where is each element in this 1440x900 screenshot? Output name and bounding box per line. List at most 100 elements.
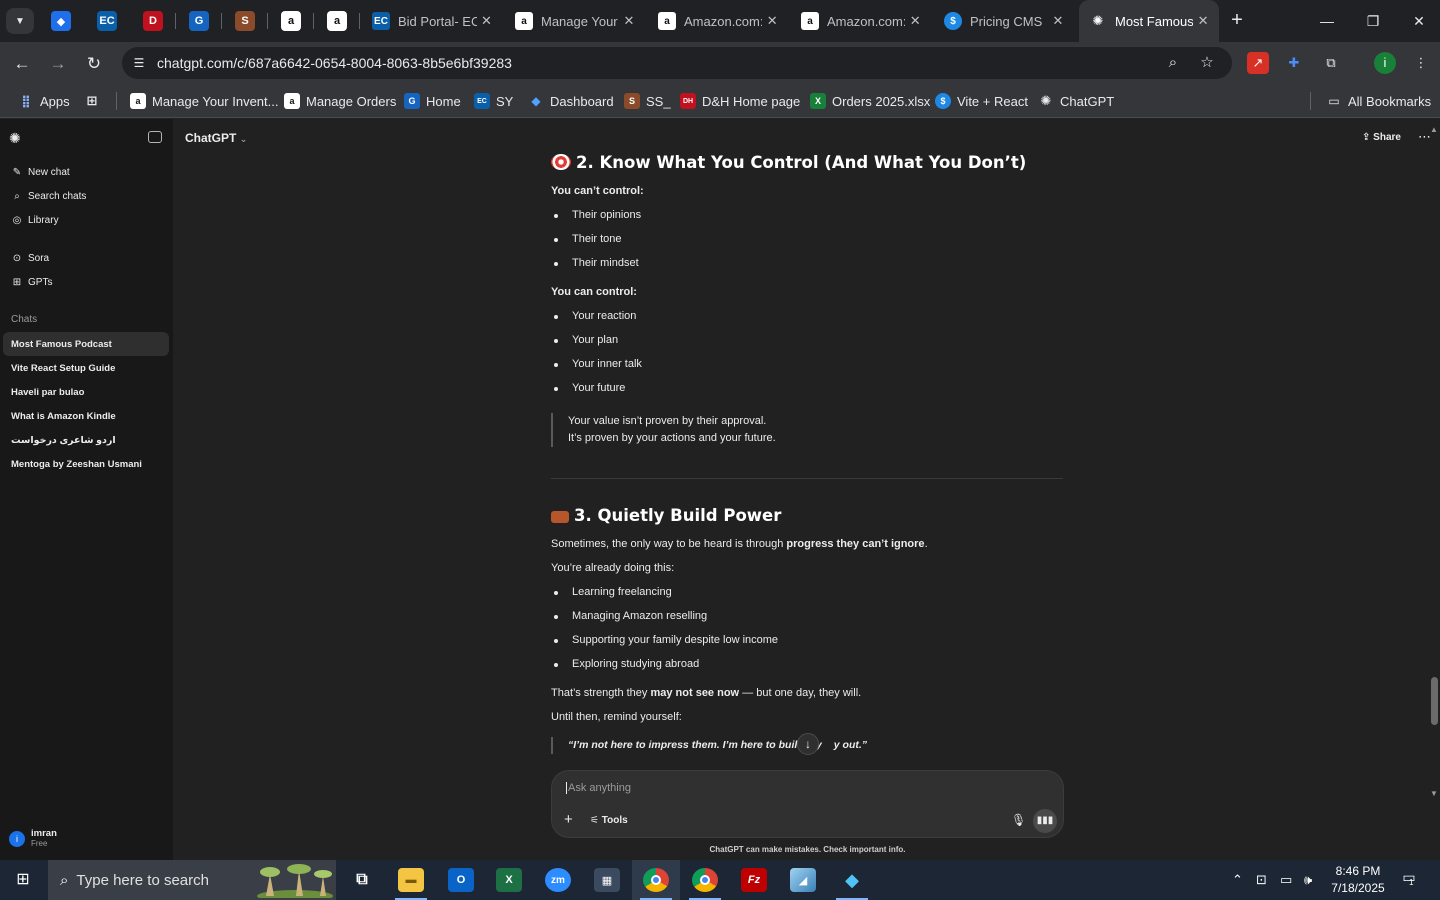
- bookmark-home[interactable]: G Home: [404, 91, 461, 111]
- site-info-icon[interactable]: ☰: [130, 54, 148, 72]
- extensions-puzzle-icon[interactable]: ⧉: [1320, 52, 1342, 74]
- tools-button[interactable]: ⚟ Tools: [590, 815, 628, 826]
- pinned-tab-6[interactable]: a: [281, 11, 301, 31]
- restore-button[interactable]: ❐: [1350, 8, 1396, 34]
- back-button[interactable]: ←: [9, 51, 35, 77]
- scroll-to-bottom-button[interactable]: ↓: [797, 733, 819, 755]
- chat-item[interactable]: What is Amazon Kindle: [3, 404, 169, 428]
- forward-button[interactable]: →: [45, 51, 71, 77]
- dollar-favicon-icon: $: [944, 12, 962, 30]
- calculator-icon[interactable]: ▦: [583, 860, 631, 900]
- bookmark-sy[interactable]: EC SY: [474, 91, 513, 111]
- composer[interactable]: Ask anything + ⚟ Tools 🎙︎ ▮▮▮: [551, 770, 1064, 838]
- extension-red-icon[interactable]: ↗: [1247, 52, 1269, 74]
- bookmark-tab-groups[interactable]: ⊞: [84, 91, 106, 111]
- attach-plus-icon[interactable]: +: [564, 811, 573, 828]
- chrome-profile-icon[interactable]: [681, 860, 729, 900]
- tab-amazon-2[interactable]: a Amazon.com: ✕: [791, 6, 931, 36]
- extension-blue-icon[interactable]: ✚: [1283, 52, 1305, 74]
- bookmark-ss[interactable]: S SS_: [624, 91, 671, 111]
- bookmark-label: All Bookmarks: [1348, 93, 1432, 109]
- filezilla-icon[interactable]: Fz: [730, 860, 778, 900]
- minimize-button[interactable]: —: [1304, 8, 1350, 34]
- chatgpt-favicon-icon: ✺: [1092, 13, 1104, 28]
- sora-button[interactable]: ⊙ Sora: [11, 249, 49, 267]
- task-view-icon[interactable]: ⧉: [338, 860, 386, 900]
- network-icon[interactable]: ▭: [1280, 872, 1292, 888]
- model-selector[interactable]: ChatGPT ⌄: [185, 131, 247, 145]
- app-icon[interactable]: ◢: [779, 860, 827, 900]
- tab-pricing-cms[interactable]: $ Pricing CMS ✕: [934, 6, 1074, 36]
- bookmark-manage-orders[interactable]: a Manage Orders: [284, 91, 396, 111]
- tab-search-button[interactable]: ▼: [6, 8, 34, 34]
- outlook-icon[interactable]: O: [437, 860, 485, 900]
- new-chat-button[interactable]: ✎ New chat: [11, 163, 70, 181]
- bookmark-apps[interactable]: ⣿ Apps: [18, 91, 69, 111]
- volume-icon[interactable]: 🕪︎: [1304, 872, 1312, 888]
- bookmark-dh-home[interactable]: DH D&H Home page: [680, 91, 800, 111]
- chrome-icon[interactable]: [632, 860, 680, 900]
- openai-logo-icon[interactable]: ✺: [9, 130, 25, 146]
- pinned-tab-7[interactable]: a: [327, 11, 347, 31]
- address-bar[interactable]: ☰ chatgpt.com/c/687a6642-0654-8004-8063-…: [122, 47, 1232, 79]
- profile-avatar[interactable]: i: [1374, 52, 1396, 74]
- taskbar-search[interactable]: ⌕ Type here to search: [48, 860, 336, 900]
- tray-app-icon[interactable]: ⊡: [1256, 872, 1267, 888]
- search-chats-button[interactable]: ⌕ Search chats: [11, 187, 86, 205]
- close-tab-icon[interactable]: ✕: [1048, 13, 1068, 29]
- clock[interactable]: 8:46 PM 7/18/2025: [1326, 863, 1390, 897]
- close-tab-icon[interactable]: ✕: [905, 13, 925, 29]
- close-tab-icon[interactable]: ✕: [1193, 13, 1213, 29]
- close-tab-icon[interactable]: ✕: [619, 13, 639, 29]
- gpts-button[interactable]: ⊞ GPTs: [11, 273, 53, 291]
- share-button[interactable]: ⇪ Share: [1362, 132, 1401, 143]
- close-tab-icon[interactable]: ✕: [477, 13, 496, 29]
- scroll-down-arrow-icon[interactable]: ▼: [1430, 789, 1438, 798]
- reload-button[interactable]: ↻: [81, 51, 107, 77]
- bookmark-dashboard[interactable]: ◆ Dashboard: [528, 91, 613, 111]
- pinned-tab-2[interactable]: EC: [97, 11, 117, 31]
- sidebar-toggle-icon[interactable]: [148, 131, 162, 143]
- tab-most-famous[interactable]: ✺ Most Famous ✕: [1079, 0, 1219, 42]
- pinned-tab-3[interactable]: D: [143, 11, 163, 31]
- pinned-tab-4[interactable]: G: [189, 11, 209, 31]
- excel-icon[interactable]: X: [485, 860, 533, 900]
- bookmark-star-icon[interactable]: ☆: [1196, 52, 1218, 74]
- scrollbar-thumb[interactable]: [1431, 677, 1438, 725]
- chat-item[interactable]: Vite React Setup Guide: [3, 356, 169, 380]
- file-explorer-icon[interactable]: ▬: [387, 860, 435, 900]
- pinned-tab-1[interactable]: ◆: [51, 11, 71, 31]
- microphone-icon[interactable]: 🎙︎: [1011, 813, 1026, 827]
- chrome-menu-icon[interactable]: ⋮: [1410, 52, 1432, 74]
- bookmark-chatgpt[interactable]: ✺ ChatGPT: [1038, 91, 1115, 111]
- bookmark-manage-inventory[interactable]: a Manage Your Invent...: [130, 91, 278, 111]
- bookmark-vite-react[interactable]: $ Vite + React: [935, 91, 1028, 111]
- list-item: Your inner talk: [554, 358, 642, 370]
- zoom-icon[interactable]: ⌕: [1162, 52, 1184, 74]
- windows-start-icon[interactable]: ⊞: [12, 870, 34, 890]
- prompt-input[interactable]: Ask anything: [566, 782, 631, 794]
- close-tab-icon[interactable]: ✕: [762, 13, 782, 29]
- tab-bid-portal[interactable]: EC Bid Portal- EC ✕: [362, 6, 502, 36]
- page-scrollbar[interactable]: ▲ ▼: [1428, 119, 1440, 860]
- bookmark-orders-xlsx[interactable]: X Orders 2025.xlsx: [810, 91, 930, 111]
- chat-item[interactable]: Haveli par bulao: [3, 380, 169, 404]
- tab-amazon-1[interactable]: a Amazon.com: ✕: [648, 6, 788, 36]
- chat-item[interactable]: اردو شاعری درخواست: [3, 428, 169, 452]
- new-tab-button[interactable]: +: [1226, 10, 1248, 32]
- voice-mode-icon[interactable]: ▮▮▮: [1033, 809, 1057, 833]
- library-button[interactable]: ◎ Library: [11, 211, 59, 229]
- chat-item[interactable]: Most Famous Podcast: [3, 332, 169, 356]
- zoom-icon[interactable]: zm: [534, 860, 582, 900]
- pinned-tab-5[interactable]: S: [235, 11, 255, 31]
- vscode-like-icon[interactable]: ◆: [828, 860, 876, 900]
- user-profile[interactable]: i imran Free: [9, 828, 57, 849]
- tab-manage-your[interactable]: a Manage Your ✕: [505, 6, 645, 36]
- chat-item[interactable]: Mentoga by Zeeshan Usmani: [3, 452, 169, 476]
- bookmark-all[interactable]: ▭ All Bookmarks: [1326, 91, 1431, 111]
- tray-chevron-icon[interactable]: ⌃: [1232, 872, 1243, 888]
- scroll-up-arrow-icon[interactable]: ▲: [1430, 125, 1438, 134]
- notifications-icon[interactable]: ▭ 1: [1398, 869, 1420, 891]
- close-window-button[interactable]: ✕: [1396, 8, 1440, 34]
- url-text[interactable]: chatgpt.com/c/687a6642-0654-8004-8063-8b…: [157, 55, 512, 71]
